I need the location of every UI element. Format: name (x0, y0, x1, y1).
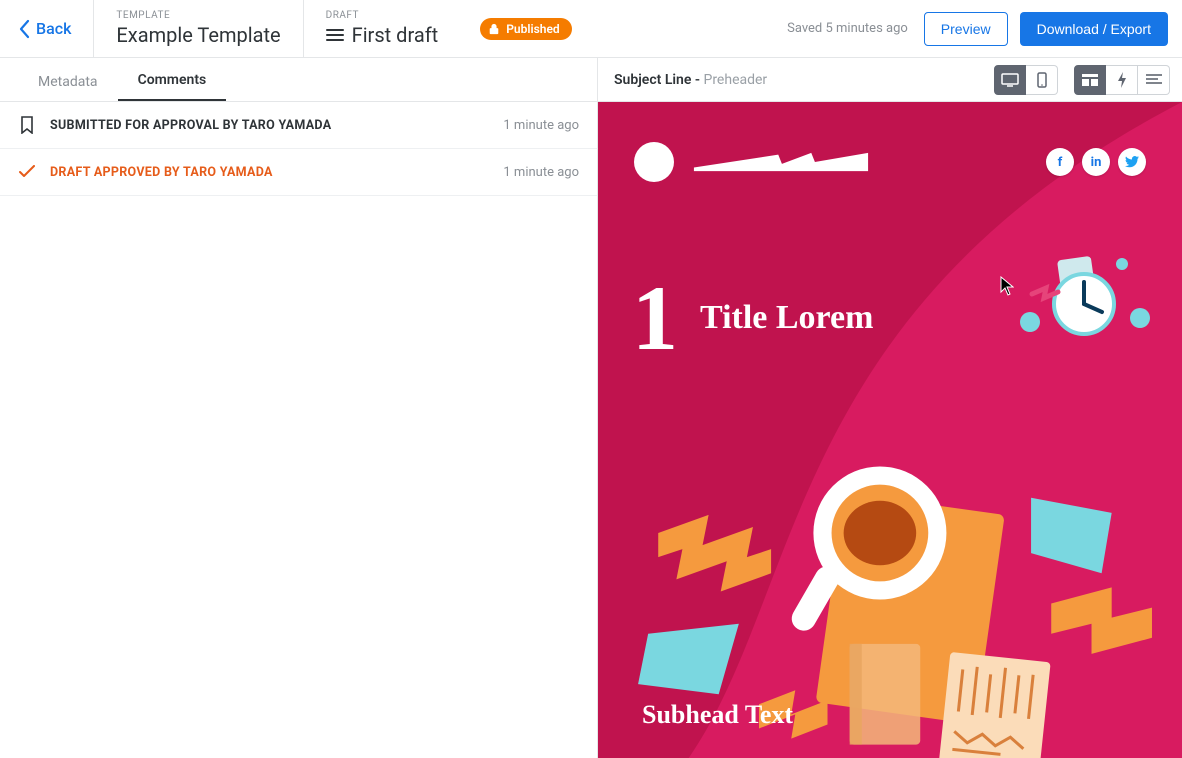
badge-text: Published (506, 22, 559, 36)
layout-icon (1082, 74, 1098, 86)
back-button[interactable]: Back (0, 0, 93, 57)
device-toggle (994, 65, 1058, 95)
email-canvas[interactable]: f in 1 Title Lorem (598, 102, 1182, 758)
tabs: Metadata Comments (0, 58, 597, 102)
hero-title: Title Lorem (700, 299, 873, 337)
view-mode-toggle (1074, 65, 1170, 95)
preview-toolbar: Subject Line - Preheader (598, 58, 1182, 102)
draft-value: First draft (352, 23, 439, 47)
activity-item[interactable]: Submitted for approval by Taro Yamada 1 … (0, 102, 597, 149)
lightning-view-button[interactable] (1106, 65, 1138, 95)
hero-number: 1 (632, 272, 678, 364)
facebook-icon[interactable]: f (1046, 148, 1074, 176)
preheader: Preheader (703, 72, 767, 88)
chevron-left-icon (18, 19, 30, 39)
lock-icon (488, 23, 500, 35)
logo-row: f in (634, 142, 1146, 182)
text-view-button[interactable] (1138, 65, 1170, 95)
published-badge: Published (480, 18, 571, 40)
linkedin-icon[interactable]: in (1082, 148, 1110, 176)
template-block[interactable]: TEMPLATE Example Template (94, 2, 302, 55)
saved-status: Saved 5 minutes ago (787, 21, 908, 36)
subject-line[interactable]: Subject Line - Preheader (614, 72, 767, 88)
mobile-icon (1037, 72, 1047, 88)
activity-item[interactable]: Draft approved by Taro Yamada 1 minute a… (0, 149, 597, 196)
hero: 1 Title Lorem (632, 272, 873, 364)
draft-label: DRAFT (326, 10, 439, 21)
template-label: TEMPLATE (116, 10, 280, 21)
layout-view-button[interactable] (1074, 65, 1106, 95)
clock-decoration (1012, 252, 1162, 362)
preview-button[interactable]: Preview (924, 12, 1008, 46)
subhead-text: Subhead Text (642, 700, 793, 730)
top-toolbar: Back TEMPLATE Example Template DRAFT Fir… (0, 0, 1182, 58)
desktop-view-button[interactable] (994, 65, 1026, 95)
activity-time: 1 minute ago (503, 118, 579, 133)
lightning-icon (1117, 72, 1127, 88)
activity-list: Submitted for approval by Taro Yamada 1 … (0, 102, 597, 196)
list-icon (326, 28, 344, 42)
left-panel: Metadata Comments Submitted for approval… (0, 58, 598, 758)
download-export-button[interactable]: Download / Export (1020, 12, 1168, 46)
activity-text: Submitted for approval by Taro Yamada (50, 118, 489, 133)
text-lines-icon (1146, 74, 1162, 86)
desktop-icon (1001, 73, 1019, 87)
activity-time: 1 minute ago (503, 165, 579, 180)
social-icons: f in (1046, 148, 1146, 176)
draft-block[interactable]: DRAFT First draft (304, 2, 461, 55)
preview-panel: Subject Line - Preheader (598, 58, 1182, 758)
check-icon (18, 163, 36, 181)
mobile-view-button[interactable] (1026, 65, 1058, 95)
logo-mark (634, 142, 674, 182)
twitter-icon[interactable] (1118, 148, 1146, 176)
back-label: Back (36, 19, 71, 38)
tab-comments[interactable]: Comments (118, 60, 227, 101)
activity-text: Draft approved by Taro Yamada (50, 165, 489, 180)
tab-metadata[interactable]: Metadata (18, 62, 118, 101)
template-value: Example Template (116, 23, 280, 47)
logo-text-placeholder (686, 151, 876, 173)
bookmark-icon (18, 116, 36, 134)
